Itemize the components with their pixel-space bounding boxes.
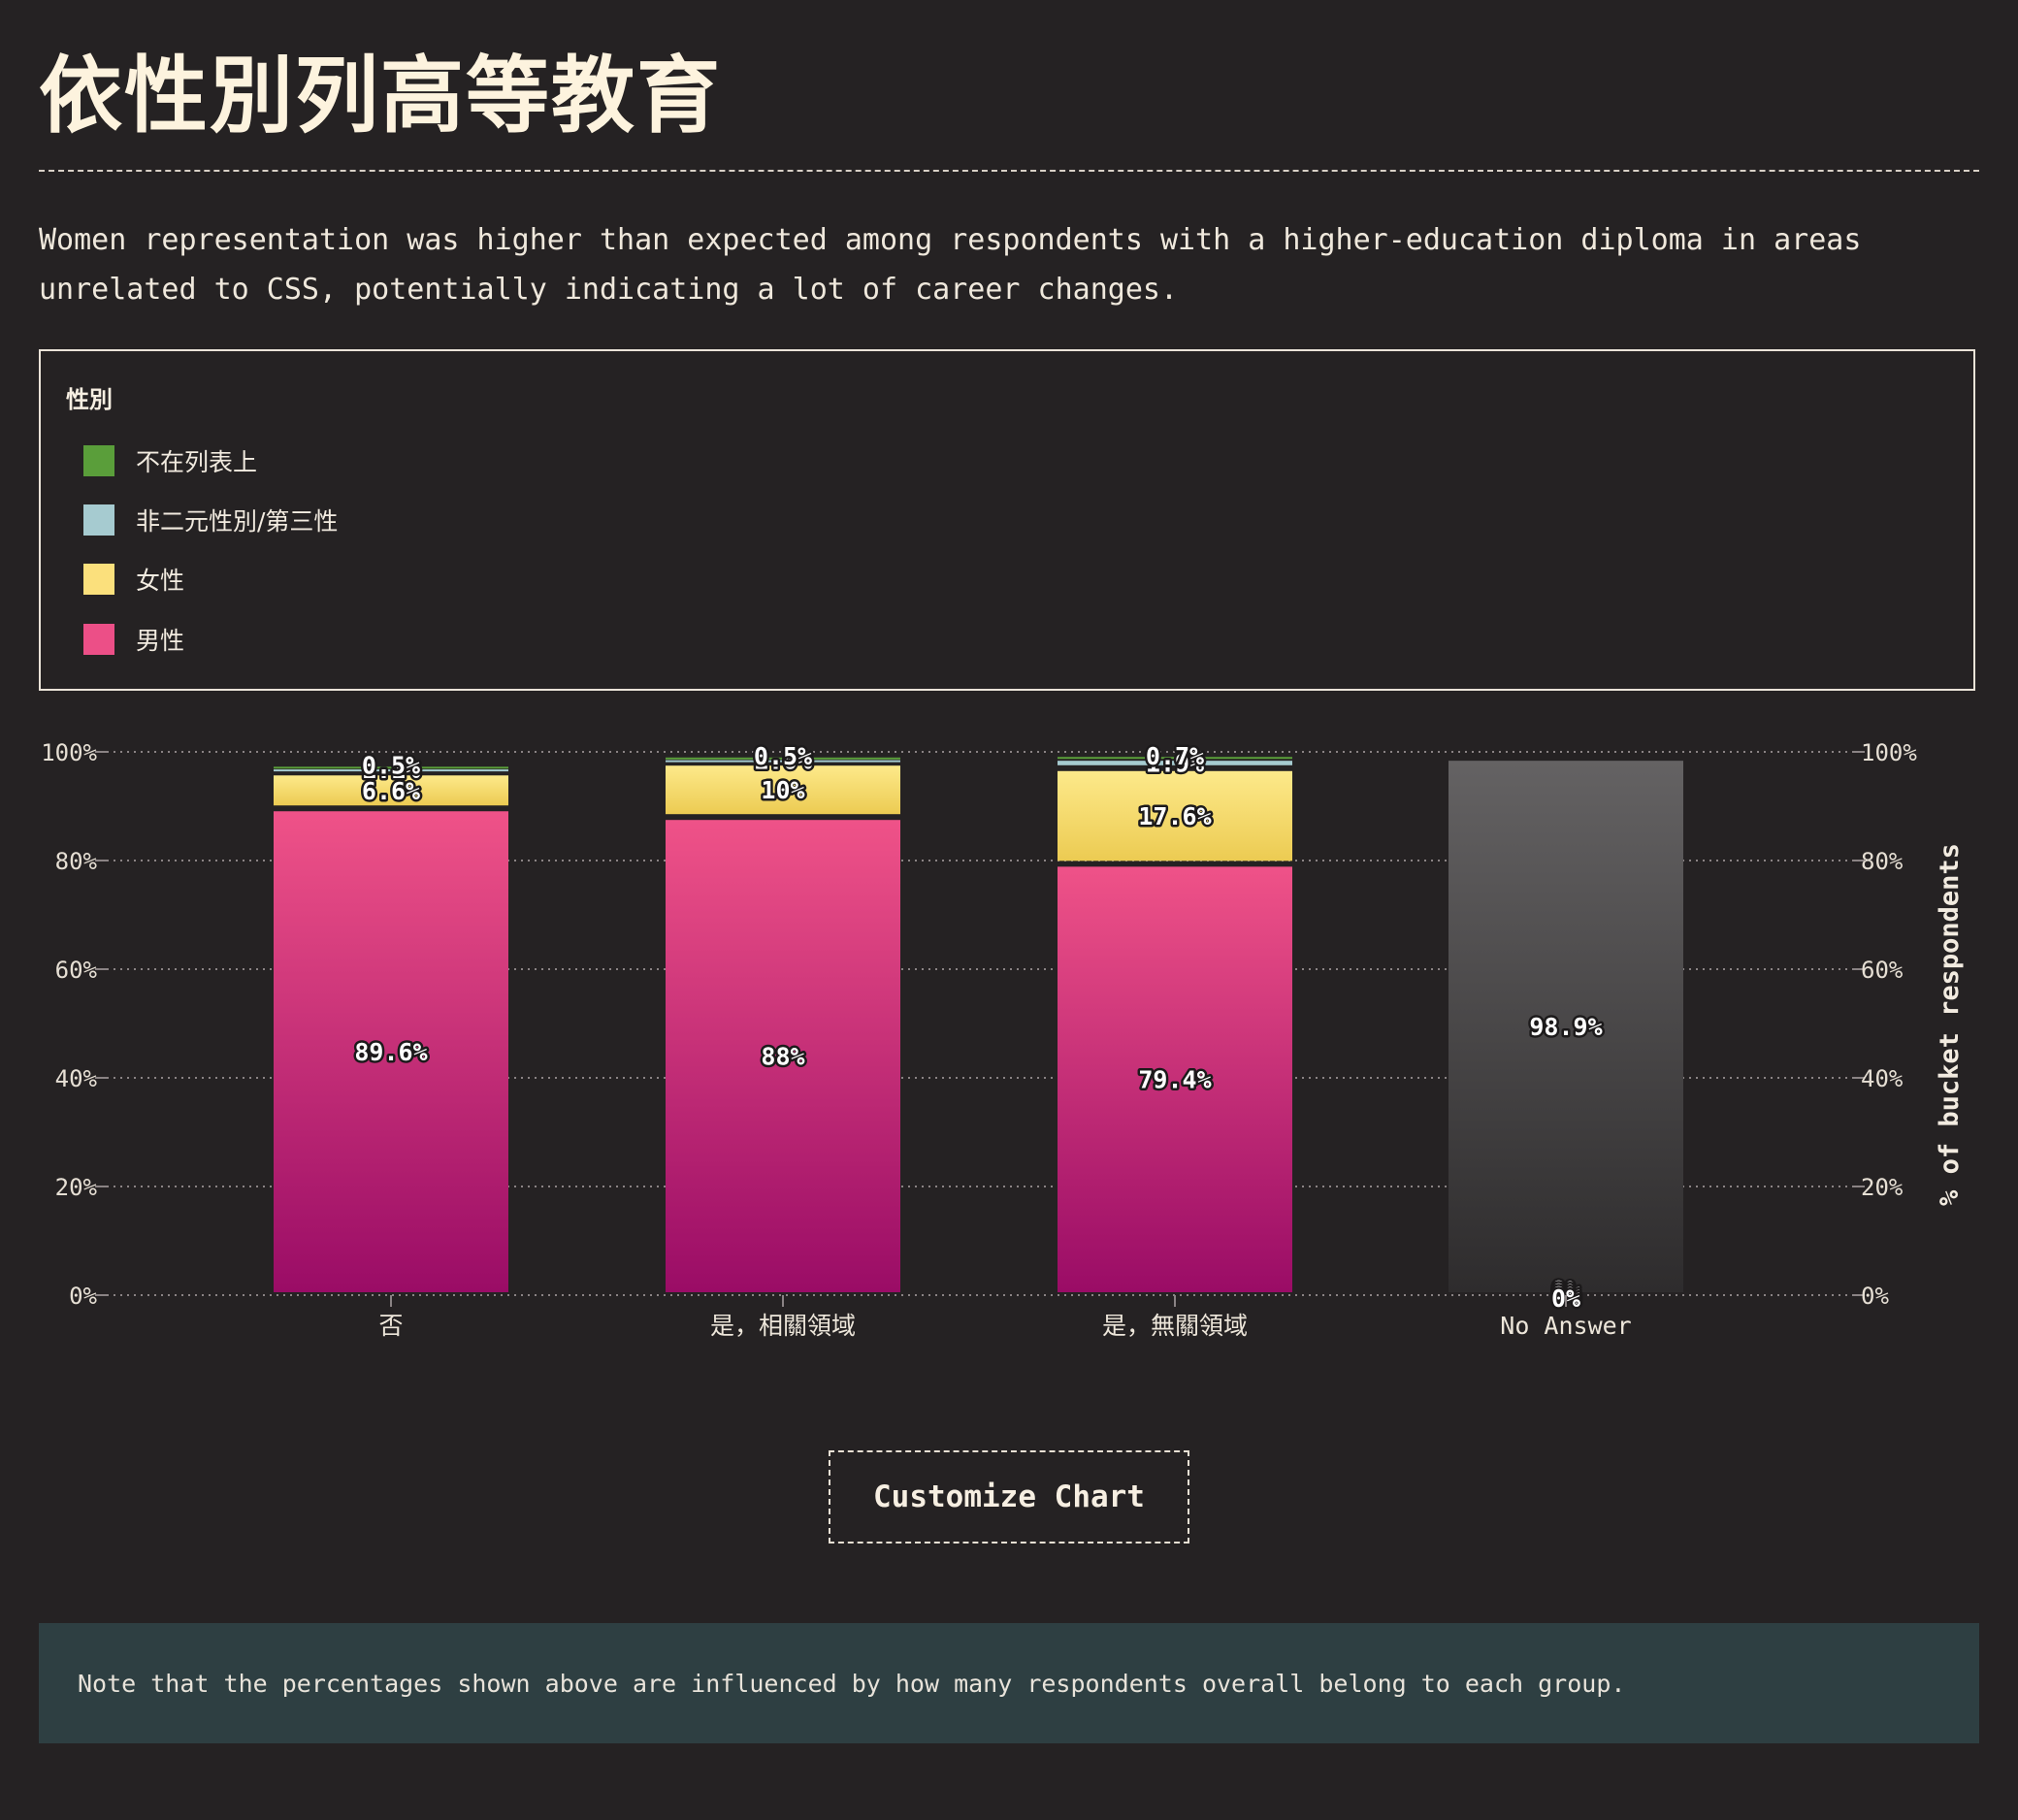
legend-swatch [83, 624, 114, 655]
data-label: 79.4% [1138, 1066, 1211, 1094]
legend-swatch [83, 564, 114, 595]
y-tick-label-left: 40% [55, 1065, 98, 1092]
legend-swatch [83, 504, 114, 536]
legend-label: 非二元性別/第三性 [136, 507, 339, 536]
y-tick-label-right: 80% [1861, 848, 1904, 875]
x-tick-label: 否 [378, 1312, 403, 1340]
y-tick-label-left: 60% [55, 957, 98, 984]
x-tick-label: No Answer [1500, 1312, 1631, 1340]
page-title: 依性別列高等教育 [39, 48, 722, 145]
legend-item-nonbinary[interactable]: 非二元性別/第三性 [83, 504, 338, 536]
bars [274, 757, 1683, 1292]
data-label: 0.5% [754, 742, 812, 770]
legend: 性別 不在列表上 非二元性別/第三性 女性 男性 [39, 349, 1975, 691]
legend-item-female[interactable]: 女性 [83, 563, 184, 596]
title-divider [39, 170, 1979, 172]
note-box: Note that the percentages shown above ar… [39, 1623, 1979, 1743]
y-tick-label-right: 100% [1861, 739, 1917, 766]
customize-chart-button[interactable]: Customize Chart [829, 1450, 1189, 1544]
y-tick-label-left: 20% [55, 1174, 98, 1201]
page: 依性別列高等教育 Women representation was higher… [0, 0, 2018, 1820]
bar-labels: 89.6%6.6%1.1%0.5%88%10%1.0%0.5%79.4%17.6… [352, 740, 1605, 1316]
x-tick-label: 是，相關領域 [710, 1312, 856, 1340]
data-label: 88% [761, 1043, 804, 1071]
data-label: 0.7% [1146, 742, 1204, 770]
legend-label: 男性 [136, 627, 185, 655]
y-tick-label-right: 0% [1861, 1283, 1889, 1310]
data-label: 0.5% [362, 752, 420, 780]
y-axis-label-right: % of bucket respondents [1935, 843, 1965, 1206]
y-tick-label-left: 0% [69, 1283, 97, 1310]
note-text: Note that the percentages shown above ar… [78, 1669, 1626, 1698]
y-tick-label-right: 40% [1861, 1065, 1904, 1092]
y-tick-label-right: 60% [1861, 957, 1904, 984]
legend-item-male[interactable]: 男性 [83, 623, 184, 656]
data-label: 17.6% [1138, 802, 1211, 830]
legend-swatch [83, 445, 114, 476]
legend-label: 不在列表上 [136, 448, 258, 476]
y-tick-label-left: 100% [41, 739, 97, 766]
data-label: 10% [761, 776, 804, 804]
legend-label: 女性 [136, 567, 185, 595]
data-label: 89.6% [354, 1038, 427, 1066]
data-label: 98.9% [1529, 1013, 1602, 1041]
chart-description: Women representation was higher than exp… [39, 223, 1862, 307]
y-tick-label-right: 20% [1861, 1174, 1904, 1201]
stacked-bar-chart: 89.6%6.6%1.1%0.5%88%10%1.0%0.5%79.4%17.6… [41, 739, 1965, 1340]
legend-item-not-listed[interactable]: 不在列表上 [83, 444, 257, 477]
x-tick-label: 是，無關領域 [1102, 1312, 1248, 1340]
legend-title: 性別 [66, 386, 113, 413]
y-tick-label-left: 80% [55, 848, 98, 875]
